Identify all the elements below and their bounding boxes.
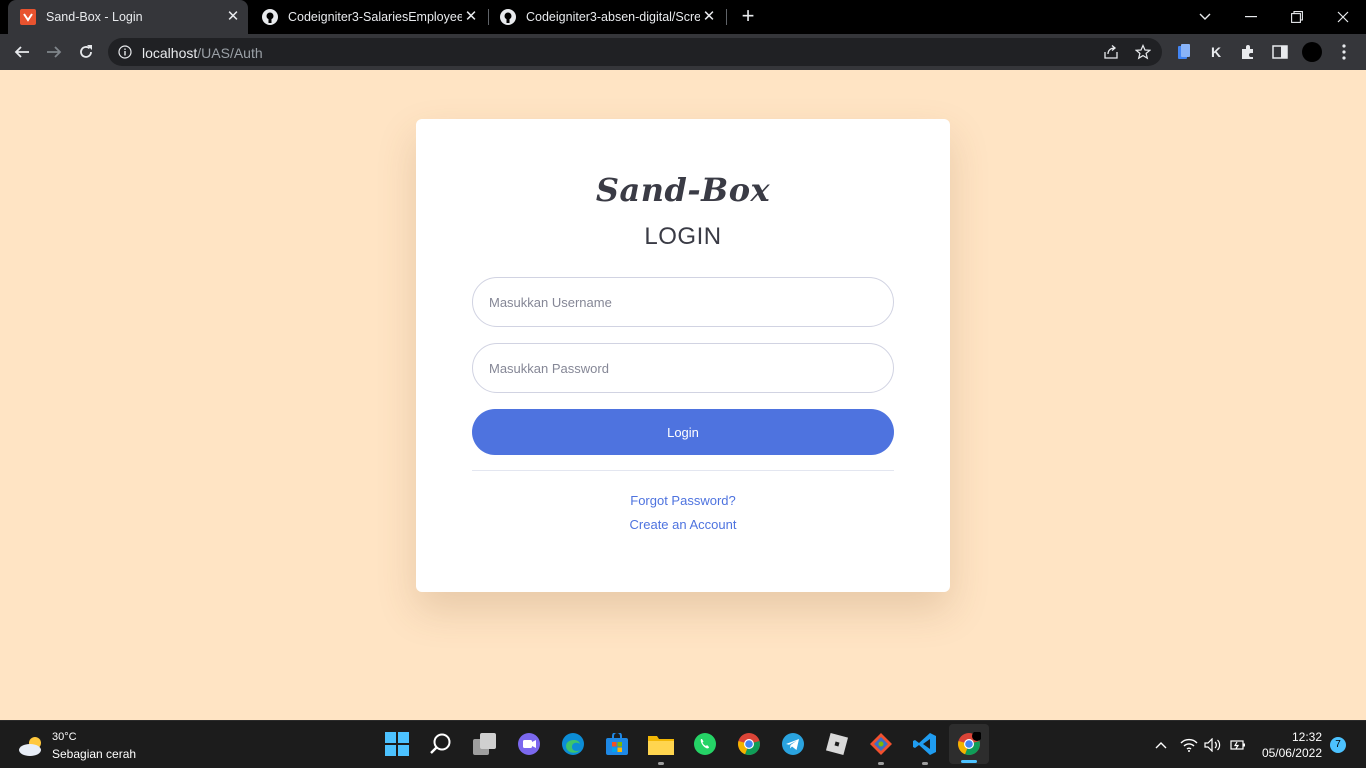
- start-windows-icon[interactable]: [384, 731, 410, 757]
- search-icon[interactable]: [428, 731, 454, 757]
- share-icon[interactable]: [1102, 43, 1120, 61]
- partly-sunny-icon: [18, 735, 46, 762]
- roblox-icon[interactable]: [824, 731, 850, 757]
- vscode-icon[interactable]: [912, 731, 938, 765]
- page-viewport: Sand-Box LOGIN Login Forgot Password? Cr…: [0, 70, 1366, 720]
- forgot-password-link[interactable]: Forgot Password?: [416, 493, 950, 508]
- restore-icon[interactable]: [1274, 0, 1320, 34]
- profile-avatar[interactable]: [1302, 42, 1322, 62]
- browser-toolbar: localhost/UAS/Auth K: [0, 34, 1366, 70]
- tab-absen-digital[interactable]: Codeigniter3-absen-digital/Scree ✕: [488, 0, 724, 34]
- url-path: /UAS/Auth: [197, 45, 263, 61]
- side-panel-icon[interactable]: [1270, 42, 1290, 62]
- extension-docs-icon[interactable]: [1174, 42, 1194, 62]
- forward-arrow-icon[interactable]: [40, 38, 68, 66]
- whatsapp-icon[interactable]: [692, 731, 718, 757]
- chat-icon[interactable]: [516, 731, 542, 757]
- divider: [472, 470, 894, 471]
- close-tab-icon[interactable]: ✕: [462, 8, 480, 26]
- tab-strip: Sand-Box - Login ✕ Codeigniter3-Salaries…: [0, 0, 1366, 34]
- close-window-icon[interactable]: [1320, 0, 1366, 34]
- weather-temperature: 30°C: [52, 731, 77, 743]
- tab-salaries-employees[interactable]: Codeigniter3-SalariesEmployees/ ✕: [250, 0, 486, 34]
- extensions-puzzle-icon[interactable]: [1238, 42, 1258, 62]
- active-indicator: [961, 760, 977, 763]
- close-tab-icon[interactable]: ✕: [224, 8, 242, 26]
- microsoft-store-icon[interactable]: [604, 731, 630, 757]
- back-arrow-icon[interactable]: [8, 38, 36, 66]
- chrome-active-icon[interactable]: [949, 724, 989, 764]
- running-indicator: [878, 762, 884, 765]
- login-button[interactable]: Login: [472, 409, 894, 455]
- running-indicator: [658, 762, 664, 765]
- browser-menu-icon[interactable]: [1334, 42, 1354, 62]
- show-hidden-icons-chevron-icon[interactable]: [1152, 735, 1170, 755]
- telegram-icon[interactable]: [780, 731, 806, 757]
- wifi-icon[interactable]: [1178, 735, 1200, 755]
- url-text: localhost/UAS/Auth: [142, 45, 263, 61]
- edge-browser-icon[interactable]: [560, 731, 586, 757]
- create-account-link[interactable]: Create an Account: [416, 517, 950, 532]
- file-explorer-icon[interactable]: [648, 731, 674, 765]
- taskbar: 30°C Sebagian cerah 12:32 05/06/2022 7: [0, 720, 1366, 768]
- task-view-icon[interactable]: [472, 731, 498, 757]
- reload-icon[interactable]: [72, 38, 100, 66]
- address-bar[interactable]: localhost/UAS/Auth: [108, 38, 1162, 66]
- password-input[interactable]: [472, 343, 894, 393]
- notification-badge[interactable]: 7: [1330, 737, 1346, 753]
- login-card: Sand-Box LOGIN Login Forgot Password? Cr…: [416, 119, 950, 592]
- tab-title: Codeigniter3-absen-digital/Scree: [526, 10, 700, 24]
- system-clock[interactable]: 12:32 05/06/2022: [1250, 729, 1322, 761]
- site-info-icon[interactable]: [118, 45, 132, 64]
- tab-title: Codeigniter3-SalariesEmployees/: [288, 10, 462, 24]
- github-icon: [262, 9, 278, 25]
- battery-charging-icon[interactable]: [1226, 735, 1248, 755]
- tab-title: Sand-Box - Login: [46, 10, 143, 24]
- chrome-icon[interactable]: [736, 731, 762, 757]
- tab-separator: [726, 9, 727, 25]
- sandbox-logo-icon: [20, 9, 36, 25]
- bookmark-star-icon[interactable]: [1134, 43, 1152, 61]
- url-host: localhost: [142, 45, 198, 61]
- weather-description: Sebagian cerah: [52, 747, 137, 761]
- tab-sandbox-login[interactable]: Sand-Box - Login ✕: [8, 0, 248, 34]
- extension-k-icon[interactable]: K: [1206, 42, 1226, 62]
- page-heading: LOGIN: [644, 223, 722, 250]
- minimize-icon[interactable]: [1228, 0, 1274, 34]
- clock-date: 05/06/2022: [1261, 746, 1322, 760]
- volume-icon[interactable]: [1202, 735, 1224, 755]
- close-tab-icon[interactable]: ✕: [700, 8, 718, 26]
- clock-time: 12:32: [1291, 730, 1322, 744]
- tab-search-chevron-icon[interactable]: [1182, 0, 1228, 34]
- github-icon: [500, 9, 516, 25]
- brand-title: Sand-Box: [595, 171, 771, 209]
- new-tab-icon[interactable]: +: [736, 5, 760, 29]
- username-input[interactable]: [472, 277, 894, 327]
- sourcetree-git-icon[interactable]: [868, 731, 894, 765]
- running-indicator: [922, 762, 928, 765]
